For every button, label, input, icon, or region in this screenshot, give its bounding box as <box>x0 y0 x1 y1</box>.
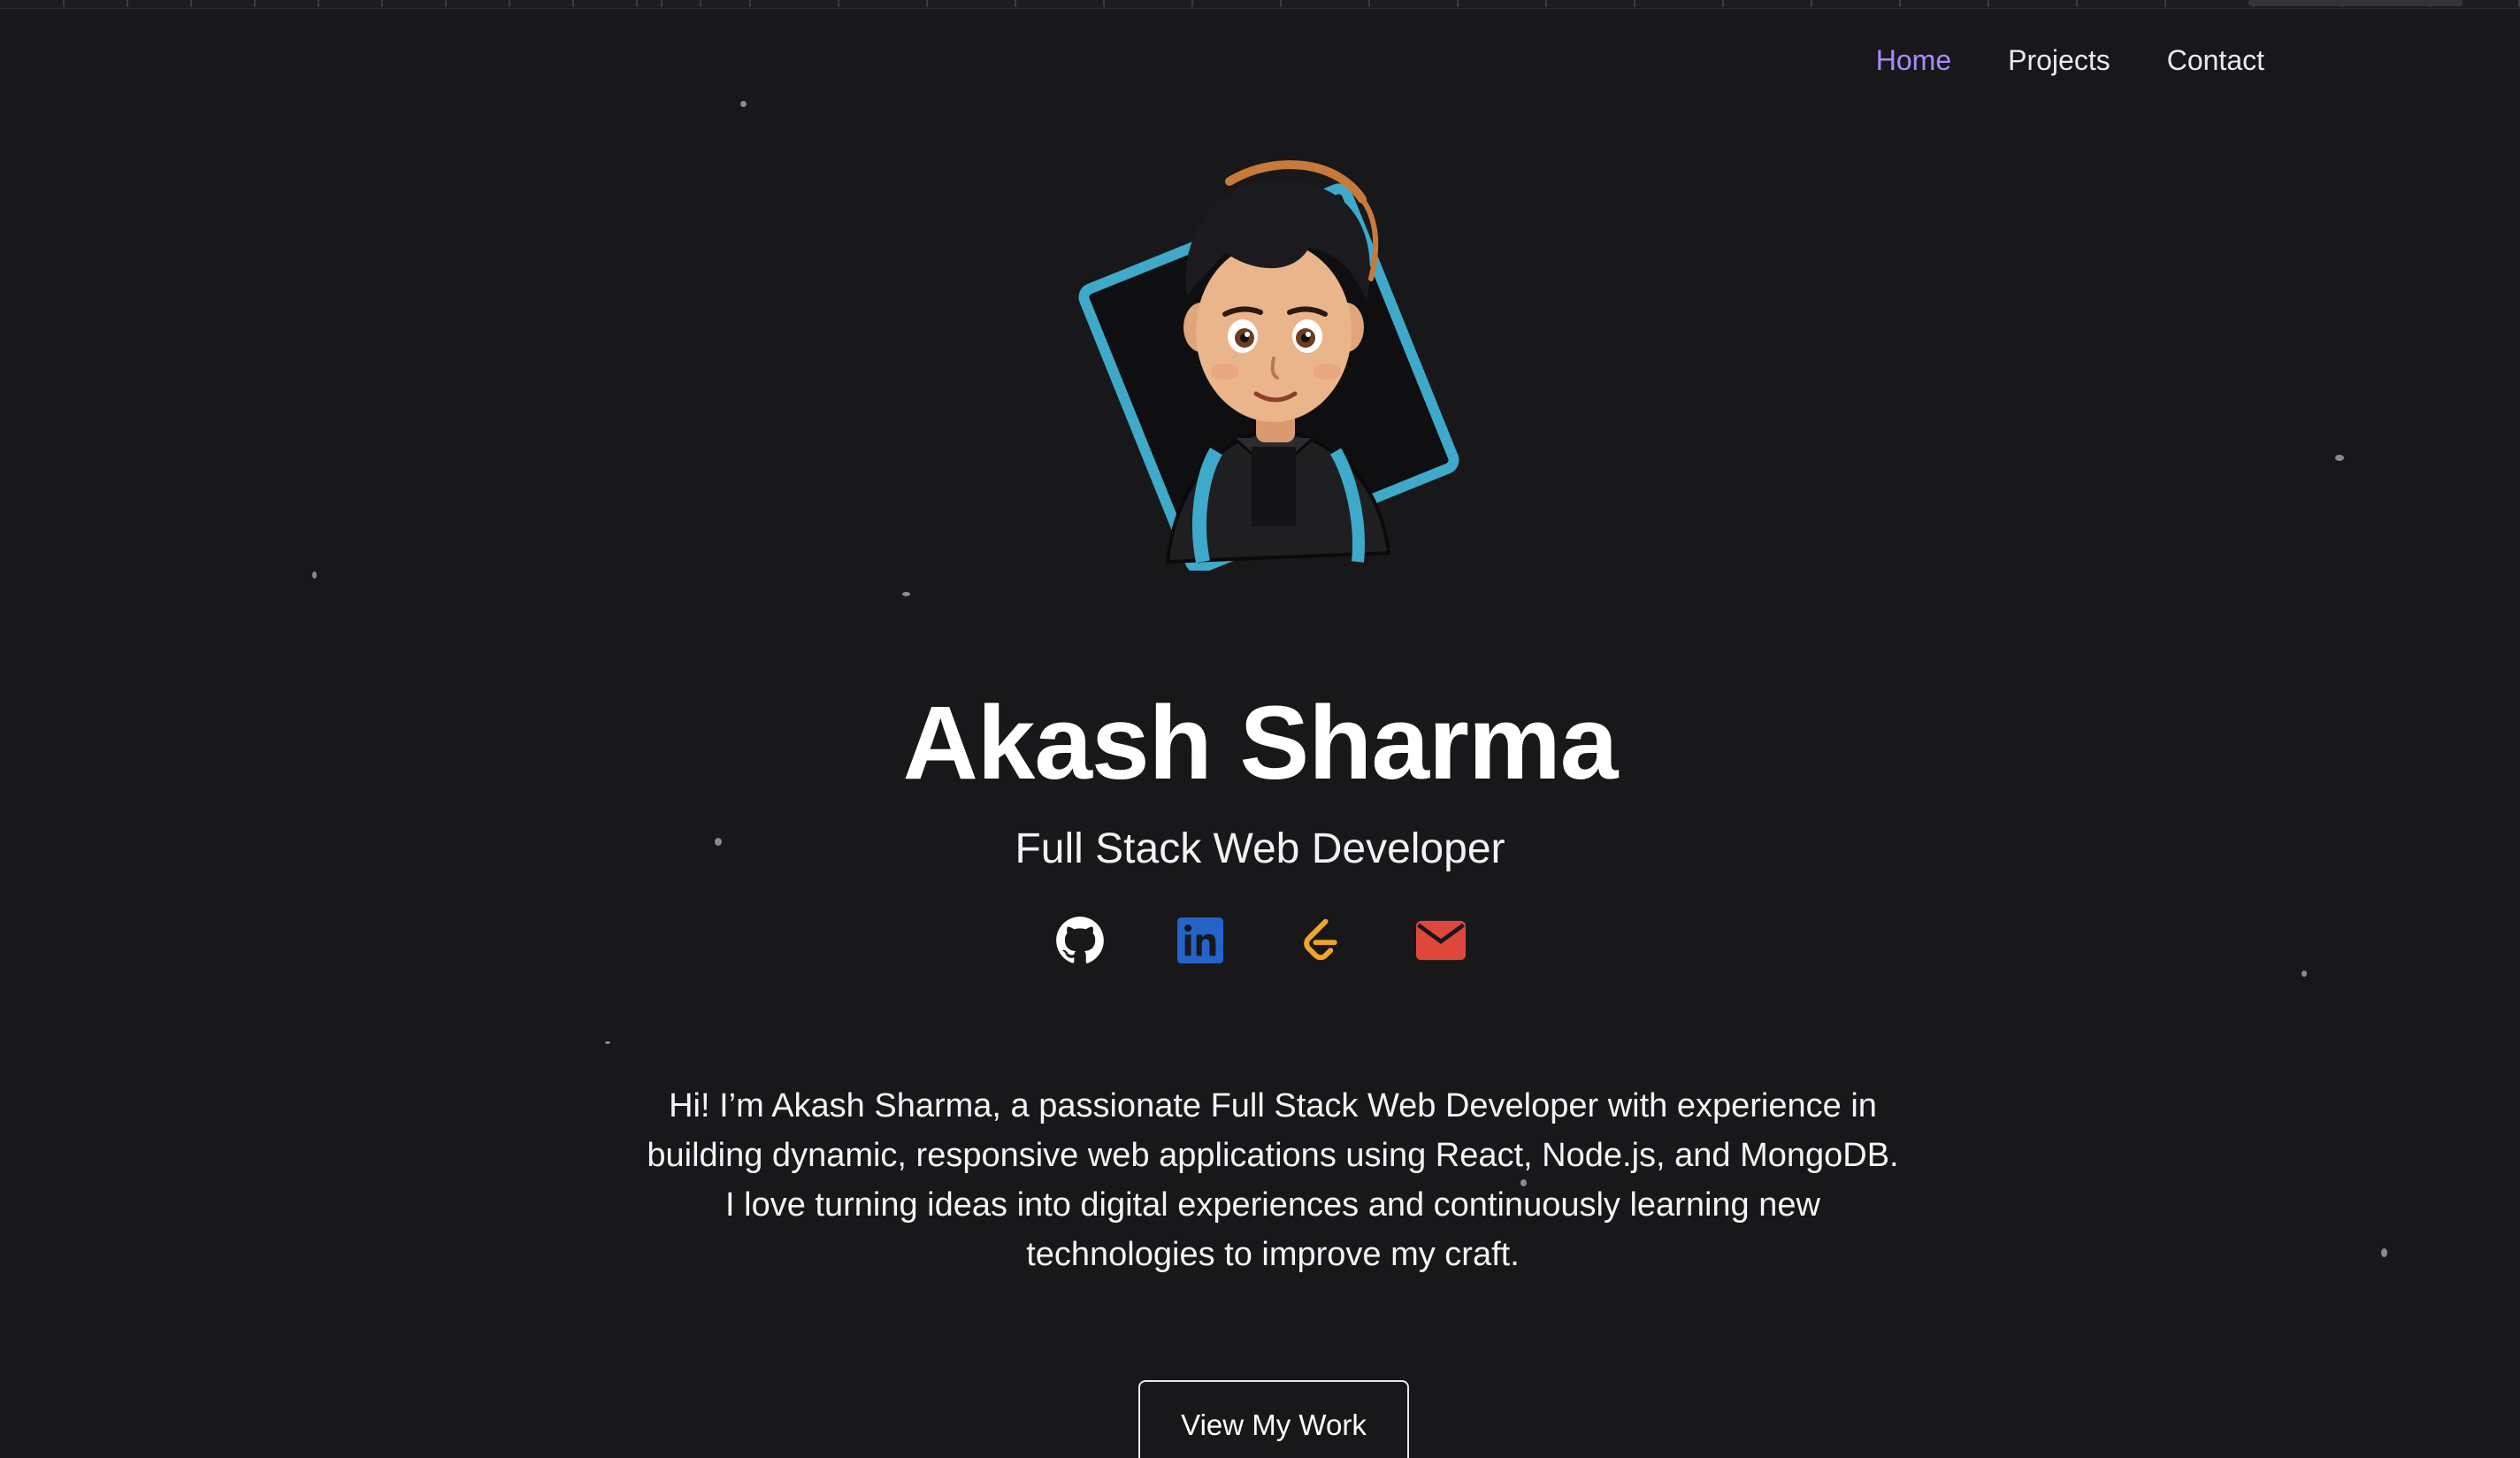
avatar <box>1070 146 1477 574</box>
particle <box>2335 455 2344 461</box>
nav-projects[interactable]: Projects <box>2008 44 2110 77</box>
mail-icon <box>1415 920 1466 961</box>
linkedin-link[interactable] <box>1176 916 1225 965</box>
view-work-button[interactable]: View My Work <box>1138 1380 1409 1458</box>
hero-name: Akash Sharma <box>902 685 1619 802</box>
hero-role: Full Stack Web Developer <box>1015 825 1505 872</box>
particle <box>312 572 317 579</box>
social-links <box>0 916 2520 965</box>
hero-bio: Hi! I’m Akash Sharma, a passionate Full … <box>647 1087 1899 1273</box>
particle <box>2302 971 2307 977</box>
main-nav: Home Projects Contact <box>1876 44 2264 77</box>
github-icon <box>1055 917 1104 963</box>
github-link[interactable] <box>1055 916 1105 965</box>
nav-contact[interactable]: Contact <box>2167 44 2264 77</box>
email-link[interactable] <box>1415 916 1466 965</box>
top-ruler <box>0 0 2520 9</box>
scroll-indicator[interactable] <box>2248 0 2463 6</box>
linkedin-icon <box>1176 917 1223 963</box>
leetcode-icon <box>1303 918 1337 961</box>
particle <box>902 592 910 596</box>
portfolio-page: Home Projects Contact Akash Sharma Full … <box>0 0 2520 1458</box>
particle <box>605 1041 610 1044</box>
nav-home[interactable]: Home <box>1876 44 1951 77</box>
avatar-illustration <box>1078 160 1459 574</box>
particle <box>2381 1248 2387 1257</box>
particle <box>740 101 747 107</box>
leetcode-link[interactable] <box>1296 916 1345 965</box>
